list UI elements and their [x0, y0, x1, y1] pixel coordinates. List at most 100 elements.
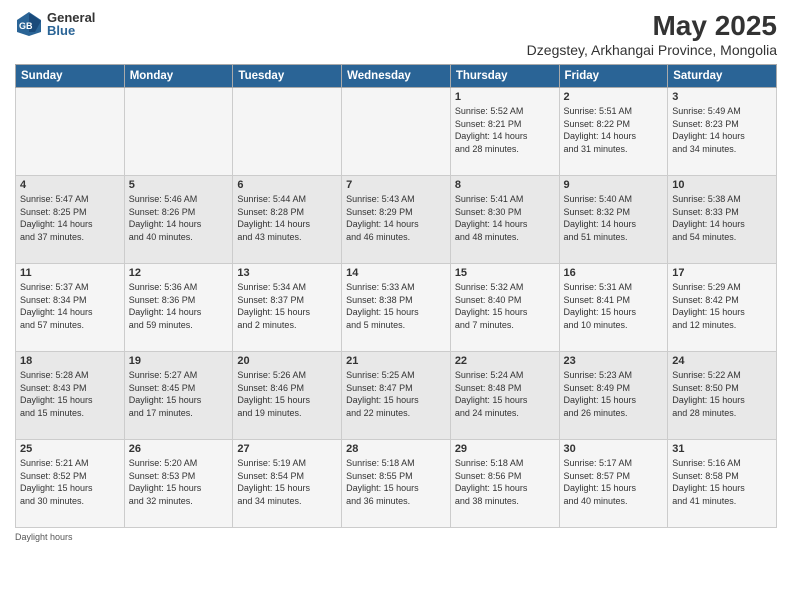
logo-text: General Blue — [47, 11, 95, 37]
col-saturday: Saturday — [668, 65, 777, 88]
day-info: Sunrise: 5:33 AM Sunset: 8:38 PM Dayligh… — [346, 281, 446, 331]
title-area: May 2025 Dzegstey, Arkhangai Province, M… — [527, 10, 777, 58]
calendar-cell — [16, 88, 125, 176]
day-number: 30 — [564, 443, 664, 455]
calendar-cell — [124, 88, 233, 176]
month-title: May 2025 — [527, 10, 777, 42]
day-info: Sunrise: 5:17 AM Sunset: 8:57 PM Dayligh… — [564, 457, 664, 507]
col-sunday: Sunday — [16, 65, 125, 88]
day-info: Sunrise: 5:24 AM Sunset: 8:48 PM Dayligh… — [455, 369, 555, 419]
footer: Daylight hours — [15, 532, 777, 542]
day-number: 14 — [346, 267, 446, 279]
day-info: Sunrise: 5:18 AM Sunset: 8:55 PM Dayligh… — [346, 457, 446, 507]
day-number: 11 — [20, 267, 120, 279]
day-number: 17 — [672, 267, 772, 279]
day-info: Sunrise: 5:29 AM Sunset: 8:42 PM Dayligh… — [672, 281, 772, 331]
calendar-cell: 21 Sunrise: 5:25 AM Sunset: 8:47 PM Dayli… — [342, 352, 451, 440]
day-number: 22 — [455, 355, 555, 367]
day-info: Sunrise: 5:51 AM Sunset: 8:22 PM Dayligh… — [564, 105, 664, 155]
calendar-cell: 7Sunrise: 5:43 AM Sunset: 8:29 PM Daylig… — [342, 176, 451, 264]
day-info: Sunrise: 5:44 AM Sunset: 8:28 PM Dayligh… — [237, 193, 337, 243]
calendar-cell — [342, 88, 451, 176]
day-number: 27 — [237, 443, 337, 455]
calendar-cell: 31 Sunrise: 5:16 AM Sunset: 8:58 PM Dayli… — [668, 440, 777, 528]
day-info: Sunrise: 5:41 AM Sunset: 8:30 PM Dayligh… — [455, 193, 555, 243]
day-info: Sunrise: 5:36 AM Sunset: 8:36 PM Dayligh… — [129, 281, 229, 331]
day-number: 7 — [346, 179, 446, 191]
day-number: 15 — [455, 267, 555, 279]
calendar-cell: 20 Sunrise: 5:26 AM Sunset: 8:46 PM Dayli… — [233, 352, 342, 440]
day-number: 9 — [564, 179, 664, 191]
calendar-cell: 5 Sunrise: 5:46 AM Sunset: 8:26 PM Daylig… — [124, 176, 233, 264]
calendar-cell: 24Sunrise: 5:22 AM Sunset: 8:50 PM Dayli… — [668, 352, 777, 440]
day-number: 21 — [346, 355, 446, 367]
day-number: 13 — [237, 267, 337, 279]
day-number: 5 — [129, 179, 229, 191]
calendar-cell: 13Sunrise: 5:34 AM Sunset: 8:37 PM Dayli… — [233, 264, 342, 352]
week-row-2: 4 Sunrise: 5:47 AM Sunset: 8:25 PM Daylig… — [16, 176, 777, 264]
day-number: 26 — [129, 443, 229, 455]
header: GB General Blue May 2025 Dzegstey, Arkha… — [15, 10, 777, 58]
day-info: Sunrise: 5:25 AM Sunset: 8:47 PM Dayligh… — [346, 369, 446, 419]
day-info: Sunrise: 5:28 AM Sunset: 8:43 PM Dayligh… — [20, 369, 120, 419]
calendar-cell: 10 Sunrise: 5:38 AM Sunset: 8:33 PM Dayli… — [668, 176, 777, 264]
day-number: 28 — [346, 443, 446, 455]
calendar-cell: 11 Sunrise: 5:37 AM Sunset: 8:34 PM Dayli… — [16, 264, 125, 352]
day-info: Sunrise: 5:20 AM Sunset: 8:53 PM Dayligh… — [129, 457, 229, 507]
day-info: Sunrise: 5:27 AM Sunset: 8:45 PM Dayligh… — [129, 369, 229, 419]
col-tuesday: Tuesday — [233, 65, 342, 88]
week-row-5: 25Sunrise: 5:21 AM Sunset: 8:52 PM Dayli… — [16, 440, 777, 528]
day-info: Sunrise: 5:31 AM Sunset: 8:41 PM Dayligh… — [564, 281, 664, 331]
calendar-cell — [233, 88, 342, 176]
day-number: 24 — [672, 355, 772, 367]
calendar-cell: 19 Sunrise: 5:27 AM Sunset: 8:45 PM Dayli… — [124, 352, 233, 440]
calendar-cell: 18 Sunrise: 5:28 AM Sunset: 8:43 PM Dayli… — [16, 352, 125, 440]
calendar-body: 1 Sunrise: 5:52 AM Sunset: 8:21 PM Daylig… — [16, 88, 777, 528]
day-number: 12 — [129, 267, 229, 279]
subtitle: Dzegstey, Arkhangai Province, Mongolia — [527, 42, 777, 58]
day-number: 20 — [237, 355, 337, 367]
day-info: Sunrise: 5:21 AM Sunset: 8:52 PM Dayligh… — [20, 457, 120, 507]
calendar-cell: 25Sunrise: 5:21 AM Sunset: 8:52 PM Dayli… — [16, 440, 125, 528]
day-info: Sunrise: 5:47 AM Sunset: 8:25 PM Dayligh… — [20, 193, 120, 243]
calendar-cell: 16 Sunrise: 5:31 AM Sunset: 8:41 PM Dayli… — [559, 264, 668, 352]
calendar-cell: 28 Sunrise: 5:18 AM Sunset: 8:55 PM Dayli… — [342, 440, 451, 528]
calendar-table: Sunday Monday Tuesday Wednesday Thursday… — [15, 64, 777, 528]
calendar-cell: 22 Sunrise: 5:24 AM Sunset: 8:48 PM Dayli… — [450, 352, 559, 440]
page: GB General Blue May 2025 Dzegstey, Arkha… — [0, 0, 792, 612]
day-number: 16 — [564, 267, 664, 279]
logo-icon: GB — [15, 10, 43, 38]
day-number: 8 — [455, 179, 555, 191]
day-info: Sunrise: 5:38 AM Sunset: 8:33 PM Dayligh… — [672, 193, 772, 243]
day-number: 2 — [564, 91, 664, 103]
day-info: Sunrise: 5:40 AM Sunset: 8:32 PM Dayligh… — [564, 193, 664, 243]
day-info: Sunrise: 5:19 AM Sunset: 8:54 PM Dayligh… — [237, 457, 337, 507]
day-number: 31 — [672, 443, 772, 455]
day-number: 10 — [672, 179, 772, 191]
calendar-cell: 26 Sunrise: 5:20 AM Sunset: 8:53 PM Dayli… — [124, 440, 233, 528]
week-row-3: 11 Sunrise: 5:37 AM Sunset: 8:34 PM Dayli… — [16, 264, 777, 352]
day-info: Sunrise: 5:23 AM Sunset: 8:49 PM Dayligh… — [564, 369, 664, 419]
day-number: 18 — [20, 355, 120, 367]
day-info: Sunrise: 5:49 AM Sunset: 8:23 PM Dayligh… — [672, 105, 772, 155]
day-number: 19 — [129, 355, 229, 367]
day-info: Sunrise: 5:26 AM Sunset: 8:46 PM Dayligh… — [237, 369, 337, 419]
footer-text: Daylight hours — [15, 532, 73, 542]
calendar-header: Sunday Monday Tuesday Wednesday Thursday… — [16, 65, 777, 88]
day-number: 23 — [564, 355, 664, 367]
logo: GB General Blue — [15, 10, 95, 38]
day-number: 6 — [237, 179, 337, 191]
day-info: Sunrise: 5:37 AM Sunset: 8:34 PM Dayligh… — [20, 281, 120, 331]
day-info: Sunrise: 5:46 AM Sunset: 8:26 PM Dayligh… — [129, 193, 229, 243]
calendar-cell: 27 Sunrise: 5:19 AM Sunset: 8:54 PM Dayli… — [233, 440, 342, 528]
col-monday: Monday — [124, 65, 233, 88]
day-number: 1 — [455, 91, 555, 103]
calendar-cell: 8 Sunrise: 5:41 AM Sunset: 8:30 PM Daylig… — [450, 176, 559, 264]
calendar-cell: 14 Sunrise: 5:33 AM Sunset: 8:38 PM Dayli… — [342, 264, 451, 352]
calendar-cell: 23 Sunrise: 5:23 AM Sunset: 8:49 PM Dayli… — [559, 352, 668, 440]
day-number: 4 — [20, 179, 120, 191]
col-wednesday: Wednesday — [342, 65, 451, 88]
day-info: Sunrise: 5:52 AM Sunset: 8:21 PM Dayligh… — [455, 105, 555, 155]
calendar-cell: 12 Sunrise: 5:36 AM Sunset: 8:36 PM Dayli… — [124, 264, 233, 352]
day-info: Sunrise: 5:16 AM Sunset: 8:58 PM Dayligh… — [672, 457, 772, 507]
